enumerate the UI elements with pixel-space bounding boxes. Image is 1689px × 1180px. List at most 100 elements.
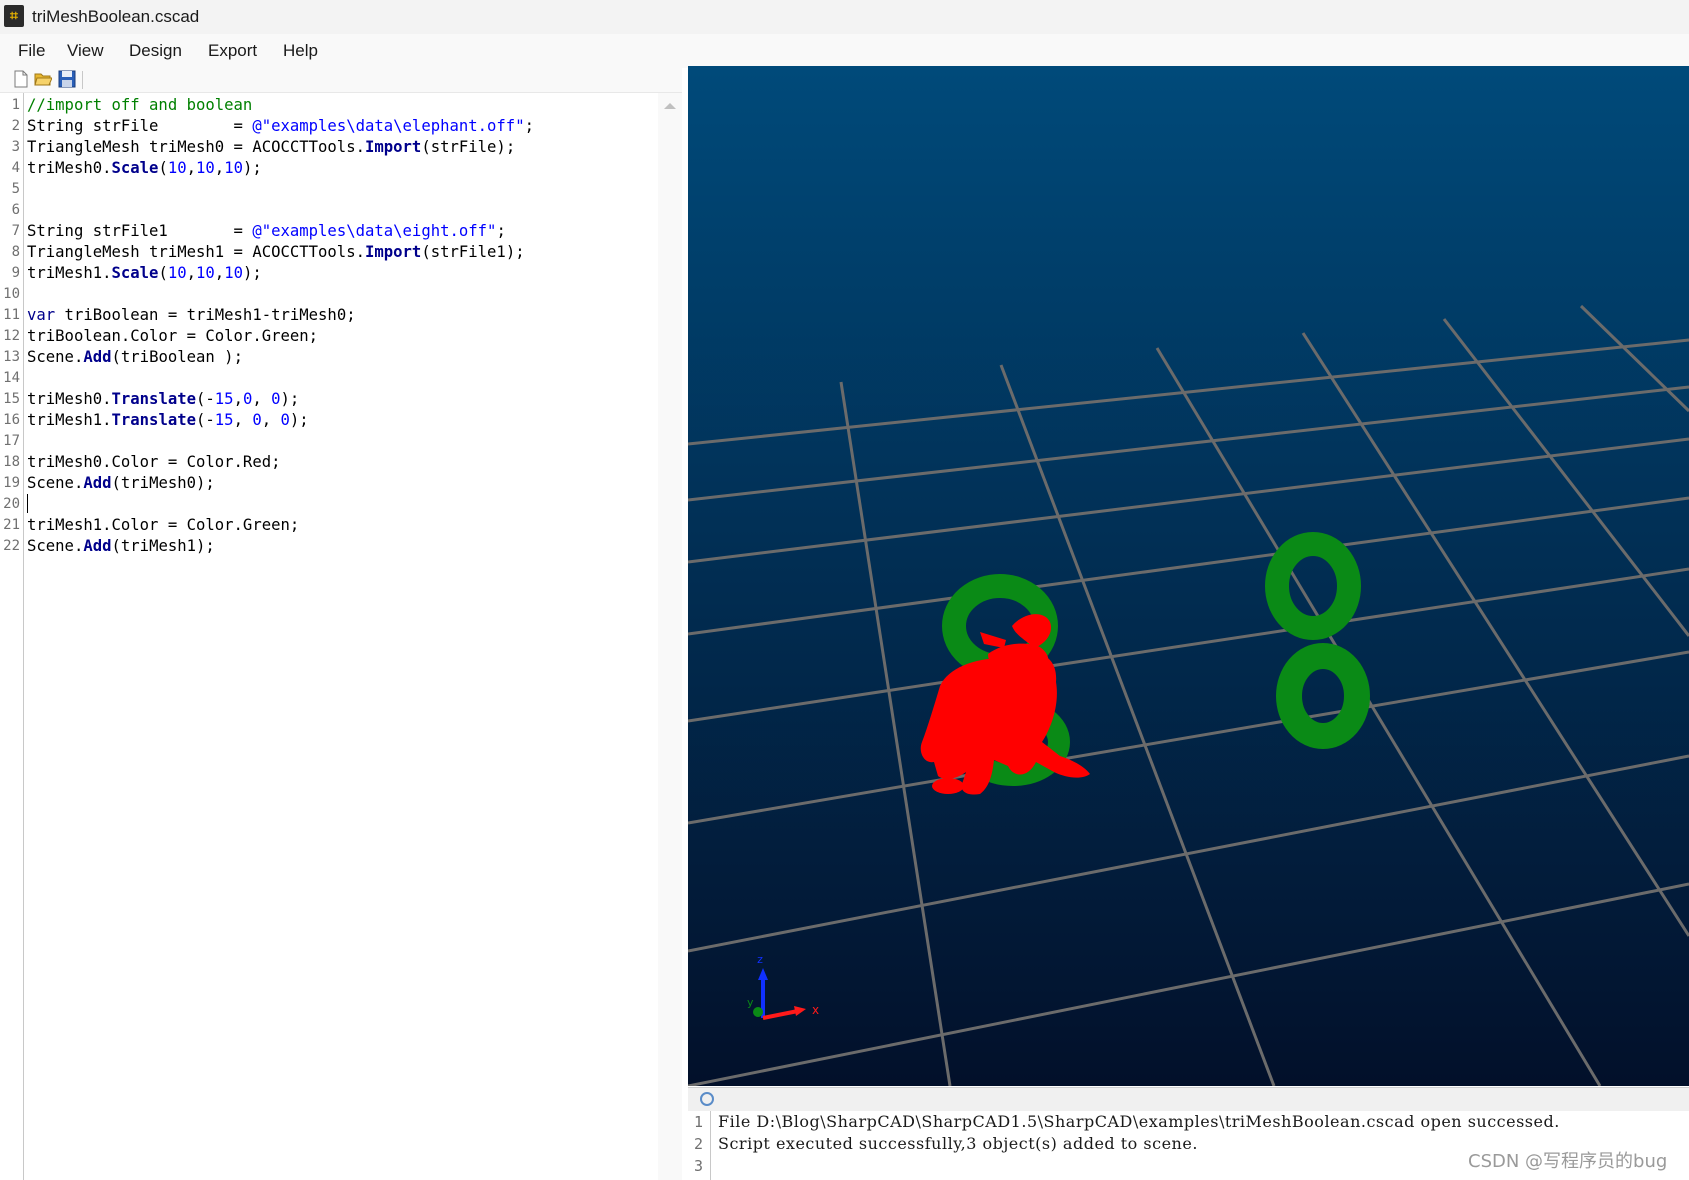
console-line-number: 1	[694, 1113, 704, 1131]
code-token: ,	[214, 159, 225, 177]
code-token: Scale	[111, 159, 159, 177]
line-number: 9	[11, 265, 20, 281]
refresh-icon[interactable]	[700, 1092, 714, 1106]
code-token: 10	[196, 264, 215, 282]
code-token: ;	[496, 222, 506, 240]
code-token: 0	[242, 390, 253, 408]
code-line: TriangleMesh triMesh0 = ACOCCTTools.Impo…	[27, 137, 515, 158]
menu-bar: File View Design Export Help	[0, 34, 1689, 68]
viewport-canvas[interactable]: z x y	[688, 66, 1689, 1086]
code-token: Add	[83, 537, 112, 555]
console-line: Script executed successfully,3 object(s)…	[718, 1134, 1198, 1153]
menu-help[interactable]: Help	[283, 41, 318, 61]
code-token: (triMesh0);	[111, 474, 215, 492]
line-number: 2	[11, 118, 20, 134]
code-token: @"examples\data\elephant.off"	[252, 117, 525, 135]
code-token: //import off and boolean	[27, 96, 253, 114]
code-token: triMesh0.	[27, 159, 112, 177]
code-line: Scene.Add(triBoolean );	[27, 347, 243, 368]
code-token: );	[289, 411, 309, 429]
code-line: triMesh0.Translate(-15,0, 0);	[27, 389, 299, 410]
code-token: TriangleMesh triMesh0 = ACOCCTTools.	[27, 138, 365, 156]
code-token: ,	[186, 159, 197, 177]
scroll-up-arrow-icon[interactable]	[664, 103, 676, 109]
menu-design[interactable]: Design	[129, 41, 182, 61]
code-line: String strFile = @"examples\data\elephan…	[27, 116, 534, 137]
code-token: (-	[196, 390, 215, 408]
code-token: ,	[214, 264, 225, 282]
line-number: 8	[11, 244, 20, 260]
code-editor[interactable]: 1 2 3 4 5 6 7 8 9 10 11 12 13 14 15 16 17 18 19 20 21 22 //im…	[0, 93, 658, 1180]
toolbar-separator	[82, 71, 83, 89]
code-line: triMesh0.Color = Color.Red;	[27, 452, 280, 473]
code-token: Scale	[111, 264, 159, 282]
open-folder-icon[interactable]	[34, 70, 52, 88]
code-token: (strFile1);	[421, 243, 525, 261]
code-token: 0	[280, 411, 290, 429]
text-caret	[27, 494, 28, 513]
code-line: triMesh0.Scale(10,10,10);	[27, 158, 262, 179]
code-token: ;	[524, 117, 534, 135]
code-token: Import	[364, 243, 422, 261]
code-token: 0	[252, 411, 262, 429]
menu-export[interactable]: Export	[208, 41, 257, 61]
console-line-number: 2	[694, 1135, 704, 1153]
code-token: ,	[252, 390, 272, 408]
menu-view[interactable]: View	[67, 41, 104, 61]
line-number: 22	[3, 538, 20, 554]
code-token: triMesh1.	[27, 264, 112, 282]
code-line: Scene.Add(triMesh0);	[27, 473, 215, 494]
line-number: 7	[11, 223, 20, 239]
line-number: 11	[3, 307, 20, 323]
code-token: 10	[224, 159, 243, 177]
code-token: Scene.	[27, 537, 84, 555]
line-number: 6	[11, 202, 20, 218]
code-token: ,	[233, 411, 253, 429]
code-token: ,	[261, 411, 281, 429]
code-token: 10	[167, 159, 187, 177]
axis-z-label: z	[757, 953, 763, 966]
code-line: //import off and boolean	[27, 95, 252, 116]
code-token: @"examples\data\eight.off"	[252, 222, 497, 240]
new-file-icon[interactable]	[12, 70, 30, 88]
line-number: 13	[3, 349, 20, 365]
code-token: String strFile =	[27, 117, 253, 135]
line-number-gutter: 1 2 3 4 5 6 7 8 9 10 11 12 13 14 15 16 17 18 19 20 21 22	[0, 93, 24, 1180]
watermark-text: CSDN @写程序员的bug	[1468, 1151, 1668, 1172]
toolbar	[0, 68, 682, 93]
code-token: 10	[167, 264, 187, 282]
code-token: );	[280, 390, 300, 408]
save-icon[interactable]	[58, 70, 76, 88]
line-number: 10	[3, 286, 20, 302]
code-token: triBoolean.Color = Color.Green;	[27, 327, 319, 345]
code-line: Scene.Add(triMesh1);	[27, 536, 215, 557]
code-line: triMesh1.Translate(-15, 0, 0);	[27, 410, 309, 431]
code-token: TriangleMesh triMesh1 = ACOCCTTools.	[27, 243, 365, 261]
line-number: 16	[3, 412, 20, 428]
3d-viewport[interactable]: z x y	[688, 66, 1689, 1086]
console-line: File D:\Blog\SharpCAD\SharpCAD1.5\SharpC…	[718, 1112, 1560, 1131]
code-token: Scene.	[27, 474, 84, 492]
line-number: 20	[3, 496, 20, 512]
editor-vertical-scrollbar[interactable]	[658, 93, 682, 1180]
line-number: 5	[11, 181, 20, 197]
code-token: (	[158, 264, 168, 282]
code-token: (triMesh1);	[111, 537, 215, 555]
line-number: 3	[11, 139, 20, 155]
code-token: triMesh0.Color = Color.Red;	[27, 453, 281, 471]
code-token: (strFile);	[421, 138, 516, 156]
code-token: Add	[83, 474, 112, 492]
line-number: 19	[3, 475, 20, 491]
code-line: triMesh1.Scale(10,10,10);	[27, 263, 262, 284]
axis-x-label: x	[812, 1003, 819, 1017]
code-token: 10	[196, 159, 215, 177]
code-line: String strFile1 = @"examples\data\eight.…	[27, 221, 506, 242]
code-token: (triBoolean );	[111, 348, 243, 366]
window-title: triMeshBoolean.cscad	[32, 7, 200, 26]
title-bar: ⌗ triMeshBoolean.cscad	[0, 0, 1689, 34]
code-token: triMesh1.	[27, 411, 112, 429]
code-token: );	[242, 159, 262, 177]
code-token: Translate	[111, 411, 197, 429]
menu-file[interactable]: File	[18, 41, 45, 61]
code-line: triBoolean.Color = Color.Green;	[27, 326, 318, 347]
